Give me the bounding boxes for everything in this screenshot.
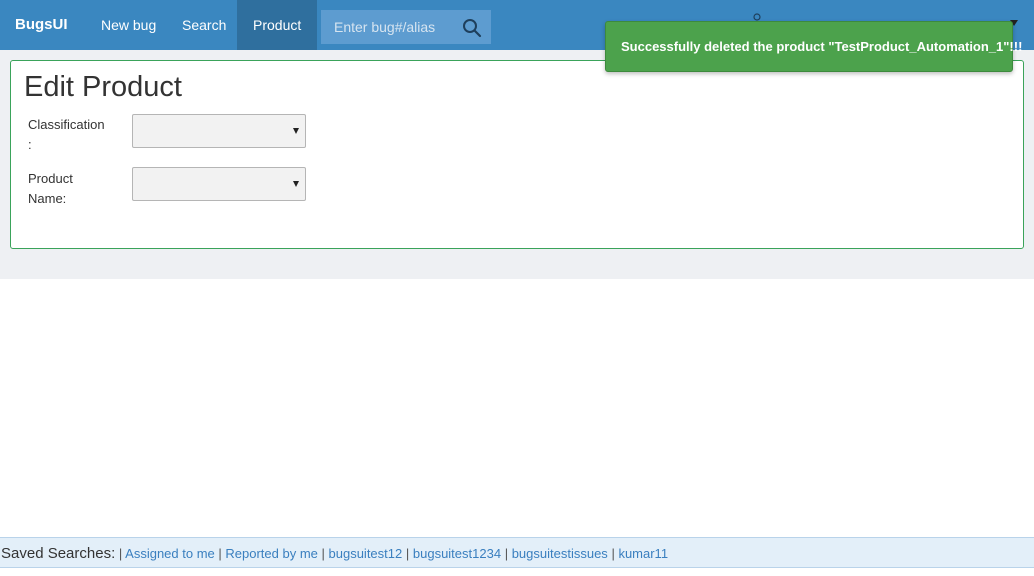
search-icon[interactable] [462,18,482,38]
page-title: Edit Product [24,71,182,103]
brand-logo[interactable]: BugsUI [15,16,68,33]
saved-search-link[interactable]: bugsuitest12 [329,546,403,561]
saved-search-link[interactable]: Reported by me [225,546,318,561]
separator: | [504,546,512,561]
bug-search-input[interactable] [321,10,461,44]
saved-search-link[interactable]: bugsuitest1234 [413,546,501,561]
saved-searches-bar: Saved Searches: | Assigned to me | Repor… [0,537,1034,568]
nav-search[interactable]: Search [166,0,242,50]
separator: | [405,546,413,561]
classification-label: Classification : [28,117,105,152]
saved-search-link[interactable]: Assigned to me [125,546,215,561]
saved-search-link[interactable]: kumar11 [618,546,668,561]
nav-product[interactable]: Product [237,0,318,50]
product-name-label: Product Name: [28,171,73,206]
success-toast[interactable]: Successfully deleted the product "TestPr… [605,21,1022,72]
chevron-down-icon [293,181,299,187]
saved-search-link[interactable]: bugsuitestissues [512,546,608,561]
chevron-down-icon [293,128,299,134]
product-name-select[interactable] [132,167,306,201]
separator: | [321,546,329,561]
bug-search-box [321,10,491,44]
edit-product-card: Edit Product Classification : Product Na… [10,60,1024,249]
classification-select[interactable] [132,114,306,148]
saved-searches-title: Saved Searches: [1,545,116,562]
nav-new-bug[interactable]: New bug [85,0,172,50]
